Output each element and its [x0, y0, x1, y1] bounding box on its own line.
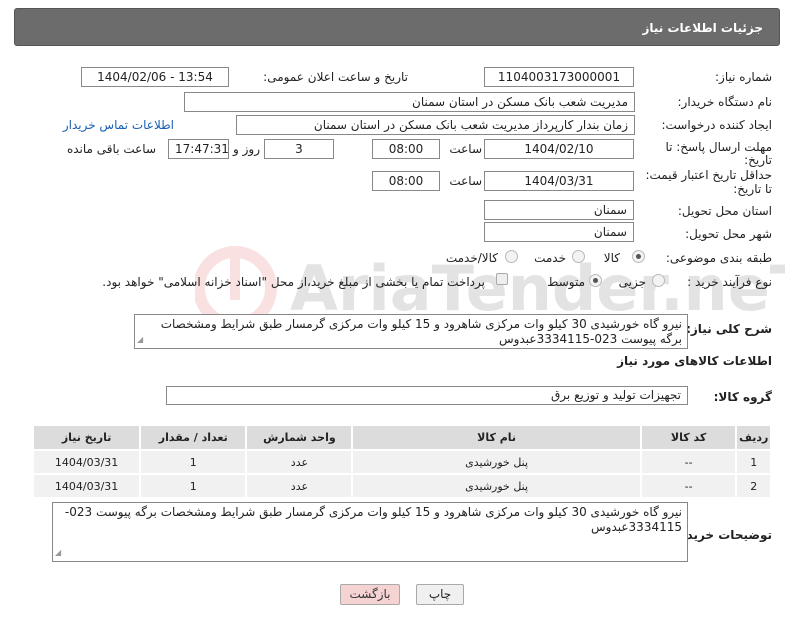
cell-qty: 1	[139, 473, 248, 499]
process-radio-medium[interactable]	[589, 274, 602, 287]
days-label: روز و	[233, 142, 260, 156]
need-number-label: شماره نیاز:	[715, 70, 772, 84]
col-header-name: نام کالا	[351, 424, 642, 451]
process-option-medium: متوسط	[547, 275, 585, 289]
province-label: استان محل تحویل:	[677, 204, 772, 218]
print-button[interactable]: چاپ	[416, 584, 464, 605]
validity-date-field: 1404/03/31	[484, 171, 634, 191]
summary-textarea[interactable]: نیرو گاه خورشیدی 30 کیلو وات مرکزی شاهرو…	[134, 314, 688, 349]
goods-group-field: تجهیزات تولید و توزیع برق	[166, 386, 688, 405]
cell-code: --	[639, 449, 738, 475]
city-label: شهر محل تحویل:	[685, 227, 772, 241]
validity-time-label: ساعت	[449, 174, 482, 188]
buyer-org-label: نام دستگاه خریدار:	[677, 95, 773, 109]
days-field: 3	[264, 139, 334, 159]
col-header-unit: واحد شمارش	[245, 424, 354, 451]
cell-code: --	[639, 473, 738, 499]
cell-row-number: 2	[735, 473, 772, 499]
validity-time-field: 08:00	[372, 171, 440, 191]
buyer-notes-text: نیرو گاه خورشیدی 30 کیلو وات مرکزی شاهرو…	[64, 505, 682, 534]
buyer-notes-textarea[interactable]: نیرو گاه خورشیدی 30 کیلو وات مرکزی شاهرو…	[52, 502, 688, 562]
summary-label: شرح کلی نیاز:	[686, 322, 772, 336]
category-label: طبقه بندی موضوعی:	[665, 251, 772, 265]
header-panel: جزئیات اطلاعات نیاز	[14, 8, 780, 46]
contact-buyer-link[interactable]: اطلاعات تماس خریدار	[63, 118, 174, 132]
cell-row-number: 1	[735, 449, 772, 475]
deadline-time-label: ساعت	[449, 142, 482, 156]
table-row[interactable]: 1 -- پنل خورشیدی عدد 1 1404/03/31	[31, 449, 772, 475]
process-radio-minor[interactable]	[652, 274, 665, 287]
announce-field: 1404/02/06 - 13:54	[81, 67, 229, 87]
cell-date: 1404/03/31	[31, 473, 142, 499]
goods-group-label: گروه کالا:	[713, 390, 772, 404]
category-option-both: کالا/خدمت	[445, 251, 498, 265]
deadline-label: مهلت ارسال پاسخ: تا	[665, 140, 772, 154]
back-button[interactable]: بازگشت	[340, 584, 400, 605]
announce-label: تاریخ و ساعت اعلان عمومی:	[263, 70, 408, 84]
col-header-code: کد کالا	[639, 424, 738, 451]
page-title: جزئیات اطلاعات نیاز	[642, 21, 763, 35]
cell-date: 1404/03/31	[31, 449, 142, 475]
category-option-service: خدمت	[534, 251, 566, 265]
items-table: ردیف کد کالا نام کالا واحد شمارش تعداد /…	[31, 424, 772, 499]
city-field: سمنان	[484, 222, 634, 242]
resize-grip-icon[interactable]: ◢	[55, 545, 61, 560]
validity-label-date: تا تاریخ:	[733, 182, 772, 196]
process-option-minor: جزیی	[618, 275, 646, 289]
cell-unit: عدد	[245, 473, 354, 499]
deadline-time-field: 08:00	[372, 139, 440, 159]
validity-label: حداقل تاریخ اعتبار قیمت:	[645, 168, 772, 182]
category-radio-service[interactable]	[572, 250, 585, 263]
goods-info-title: اطلاعات کالاهای مورد نیاز	[617, 354, 772, 368]
deadline-date-field: 1404/02/10	[484, 139, 634, 159]
creator-label: ایجاد کننده درخواست:	[661, 118, 772, 132]
cell-name: پنل خورشیدی	[351, 473, 642, 499]
cell-name: پنل خورشیدی	[351, 449, 642, 475]
summary-text: نیرو گاه خورشیدی 30 کیلو وات مرکزی شاهرو…	[160, 317, 682, 346]
category-option-goods: کالا	[603, 251, 620, 265]
remaining-label: ساعت باقی مانده	[66, 142, 156, 156]
category-radio-goods[interactable]	[632, 250, 645, 263]
col-header-qty: تعداد / مقدار	[139, 424, 248, 451]
cell-unit: عدد	[245, 449, 354, 475]
col-header-date: تاریخ نیاز	[31, 424, 142, 451]
remaining-time-field: 17:47:31	[168, 139, 229, 159]
resize-grip-icon[interactable]: ◢	[137, 332, 143, 347]
deadline-label-date: تاریخ:	[744, 153, 772, 167]
table-row[interactable]: 2 -- پنل خورشیدی عدد 1 1404/03/31	[31, 473, 772, 499]
need-number-field: 1104003173000001	[484, 67, 634, 87]
creator-field: زمان بندار کارپرداز مدیریت شعب بانک مسکن…	[236, 115, 635, 135]
col-header-row: ردیف	[735, 424, 772, 451]
process-label: نوع فرآیند خرید :	[687, 275, 772, 289]
cell-qty: 1	[139, 449, 248, 475]
buyer-org-field: مدیریت شعب بانک مسکن در استان سمنان	[184, 92, 635, 112]
payment-checkbox[interactable]	[496, 273, 508, 285]
payment-note: پرداخت تمام یا بخشی از مبلغ خرید،از محل …	[102, 275, 485, 289]
category-radio-both[interactable]	[505, 250, 518, 263]
province-field: سمنان	[484, 200, 634, 220]
